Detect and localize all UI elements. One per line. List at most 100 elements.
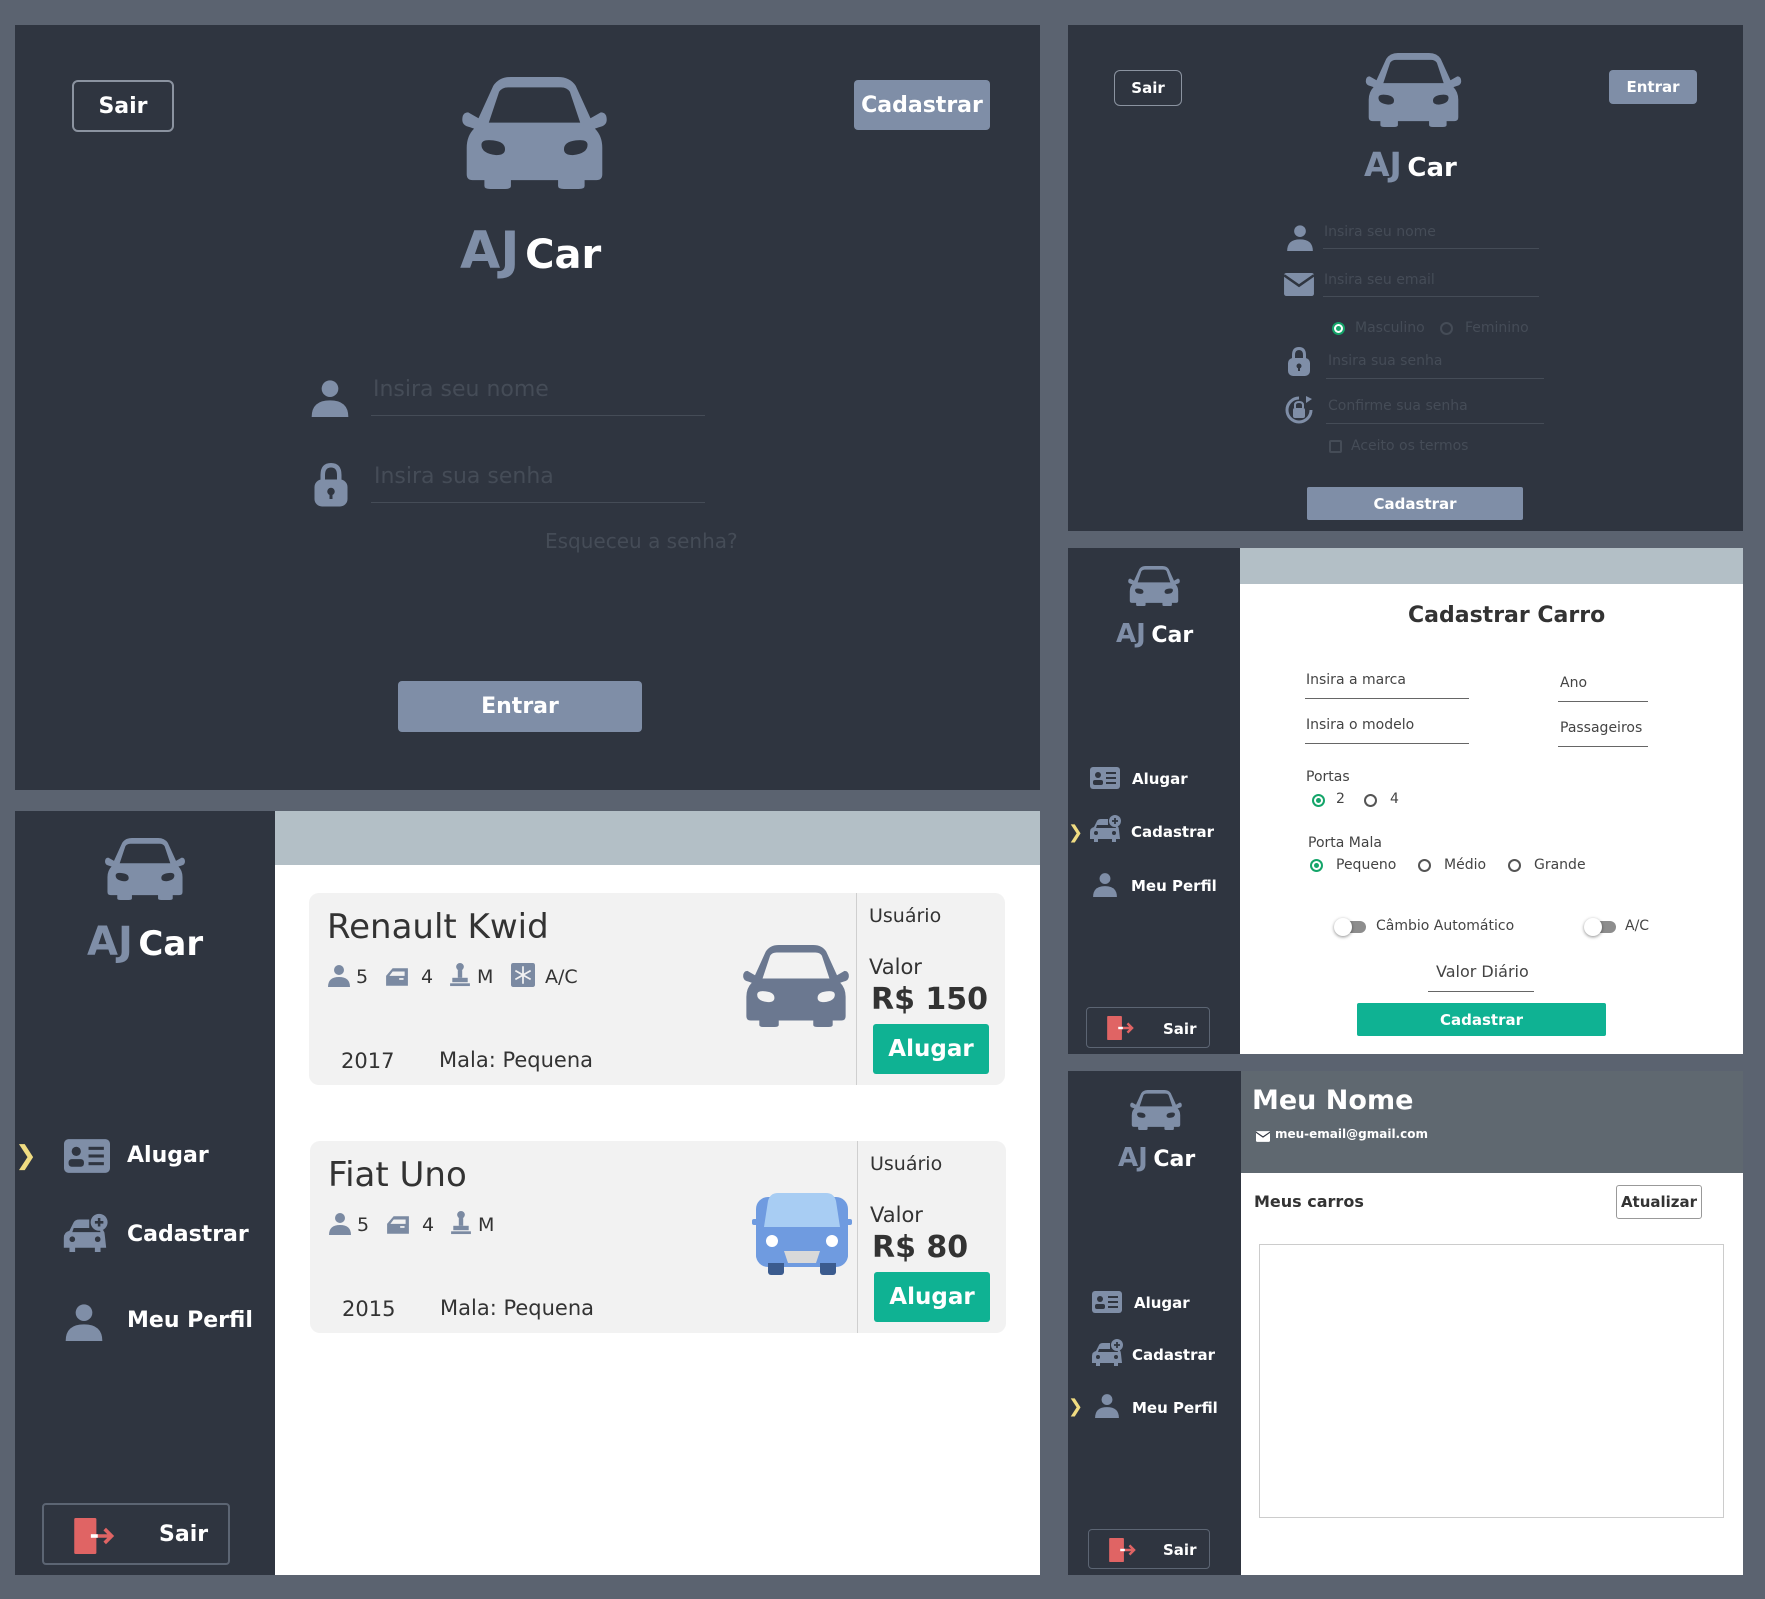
gender-male-radio[interactable] (1332, 322, 1345, 335)
sidebar-item-perfil[interactable]: Meu Perfil (1086, 868, 1236, 900)
sair-button[interactable]: Sair (72, 80, 174, 132)
entrar-button[interactable]: Entrar (1609, 70, 1697, 104)
car-register-submit-button[interactable]: Cadastrar (1357, 1003, 1606, 1036)
car-card: Renault Kwid 5 4 M A/C 2017 Mala: Pequen… (309, 893, 1005, 1085)
brand-logo: AJ Car (460, 221, 601, 281)
car-luggage: Mala: Pequena (439, 1048, 594, 1072)
login-panel: Sair Cadastrar AJ Car Insira seu nome In… (15, 25, 1040, 790)
confirm-password-input[interactable]: Confirme sua senha (1328, 398, 1468, 414)
car-register-panel: AJ Car Alugar ❯ Cadastrar Meu Perfil Sai… (1068, 548, 1743, 1054)
automatic-toggle[interactable] (1334, 918, 1366, 936)
size-label: M (477, 966, 494, 988)
brand-logo: AJ Car (1116, 619, 1193, 649)
sair-button[interactable]: Sair (1088, 1529, 1210, 1569)
confirm-password-underline (1326, 423, 1544, 424)
active-indicator-icon: ❯ (1068, 1396, 1084, 1417)
rent-button[interactable]: Alugar (874, 1272, 990, 1322)
refresh-button[interactable]: Atualizar (1616, 1185, 1702, 1219)
refresh-button-label: Atualizar (1620, 1193, 1698, 1211)
entrar-button[interactable]: Entrar (398, 681, 642, 732)
seats-count: 5 (357, 1214, 370, 1236)
sidebar-item-perfil[interactable]: Meu Perfil (45, 1296, 255, 1346)
doors-option-4-radio[interactable] (1364, 794, 1377, 807)
sidebar-item-perfil[interactable]: Meu Perfil (1088, 1389, 1238, 1421)
brand-car: Car (138, 924, 204, 964)
year-input-underline (1558, 701, 1648, 702)
luggage-small-radio[interactable] (1310, 859, 1323, 872)
sidebar-item-cadastrar[interactable]: Cadastrar (45, 1211, 255, 1261)
car-logo-icon (103, 838, 187, 900)
value-label: Valor (869, 955, 922, 979)
sidebar-item-label: Cadastrar (1131, 823, 1215, 841)
password-input-underline (1326, 378, 1544, 379)
name-input[interactable]: Insira seu nome (373, 377, 549, 402)
sair-button[interactable]: Sair (42, 1503, 230, 1565)
car-icon (748, 1189, 856, 1279)
door-icon (385, 967, 409, 987)
lock-icon (313, 460, 349, 508)
car-name: Fiat Uno (328, 1155, 467, 1195)
model-input[interactable]: Insira o modelo (1306, 717, 1414, 733)
sidebar-item-label: Meu Perfil (1132, 1399, 1218, 1417)
luggage-label: Porta Mala (1308, 835, 1382, 851)
profile-email: meu-email@gmail.com (1275, 1127, 1428, 1141)
brand-logo: AJ Car (1118, 1143, 1195, 1173)
my-cars-list[interactable] (1259, 1244, 1724, 1518)
ac-toggle[interactable] (1584, 918, 1616, 936)
sair-button[interactable]: Sair (1086, 1007, 1210, 1048)
register-submit-button[interactable]: Cadastrar (1307, 487, 1523, 520)
doors-option-label: 4 (1390, 791, 1399, 807)
sair-button-label: Sair (1163, 1541, 1197, 1559)
luggage-medium-radio[interactable] (1418, 859, 1431, 872)
terms-label: Aceito os termos (1351, 438, 1469, 454)
door-icon (386, 1215, 410, 1235)
sidebar-item-label: Meu Perfil (127, 1308, 253, 1333)
brand-aj: AJ (1118, 1143, 1148, 1173)
mail-icon (1284, 273, 1314, 296)
passengers-input[interactable]: Passageiros (1560, 720, 1642, 736)
sidebar-item-alugar[interactable]: Alugar (45, 1131, 255, 1181)
sidebar-item-label: Cadastrar (1132, 1346, 1216, 1364)
luggage-large-radio[interactable] (1508, 859, 1521, 872)
rent-button-label: Alugar (888, 1036, 974, 1062)
sidebar-item-cadastrar[interactable]: Cadastrar (1088, 1336, 1238, 1372)
top-bar (275, 811, 1040, 865)
doors-option-label: 2 (1336, 791, 1345, 807)
mail-icon (1256, 1131, 1270, 1142)
forgot-password-link[interactable]: Esqueceu a senha? (545, 529, 738, 553)
brand-input[interactable]: Insira a marca (1306, 672, 1406, 688)
id-card-icon (64, 1139, 110, 1173)
card-divider (856, 893, 857, 1085)
cadastrar-button[interactable]: Cadastrar (854, 80, 990, 130)
daily-value-input[interactable]: Valor Diário (1436, 962, 1529, 981)
sidebar-item-label: Cadastrar (127, 1222, 249, 1247)
sair-button[interactable]: Sair (1114, 70, 1182, 106)
exit-icon (1109, 1538, 1137, 1562)
brand-car: Car (525, 232, 602, 278)
name-input-underline (371, 415, 705, 416)
profile-panel: AJ Car Alugar Cadastrar ❯ Meu Perfil Sai… (1068, 1071, 1743, 1575)
name-input[interactable]: Insira seu nome (1324, 224, 1436, 240)
sidebar-item-alugar[interactable]: Alugar (1086, 764, 1236, 794)
sidebar-item-cadastrar[interactable]: Cadastrar (1086, 812, 1236, 848)
gender-female-radio[interactable] (1440, 322, 1453, 335)
doors-count: 4 (422, 1214, 435, 1236)
email-input[interactable]: Insira seu email (1324, 272, 1435, 288)
brand-car: Car (1151, 623, 1194, 648)
luggage-size-icon (450, 1210, 472, 1235)
password-input[interactable]: Insira sua senha (1328, 353, 1442, 369)
brand-logo: AJ Car (87, 919, 203, 965)
form-title: Cadastrar Carro (1408, 603, 1606, 628)
email-input-underline (1323, 296, 1539, 297)
year-input[interactable]: Ano (1560, 675, 1587, 691)
doors-option-2-radio[interactable] (1312, 794, 1325, 807)
password-input[interactable]: Insira sua senha (374, 464, 554, 489)
sidebar-item-alugar[interactable]: Alugar (1088, 1288, 1238, 1318)
terms-checkbox[interactable] (1329, 440, 1342, 453)
top-bar (1240, 548, 1743, 584)
luggage-option-label: Grande (1534, 857, 1586, 873)
rent-button[interactable]: Alugar (873, 1024, 989, 1074)
brand-aj: AJ (460, 221, 520, 281)
register-panel: Sair Entrar AJ Car Insira seu nome Insir… (1068, 25, 1743, 531)
password-input-underline (371, 502, 705, 503)
